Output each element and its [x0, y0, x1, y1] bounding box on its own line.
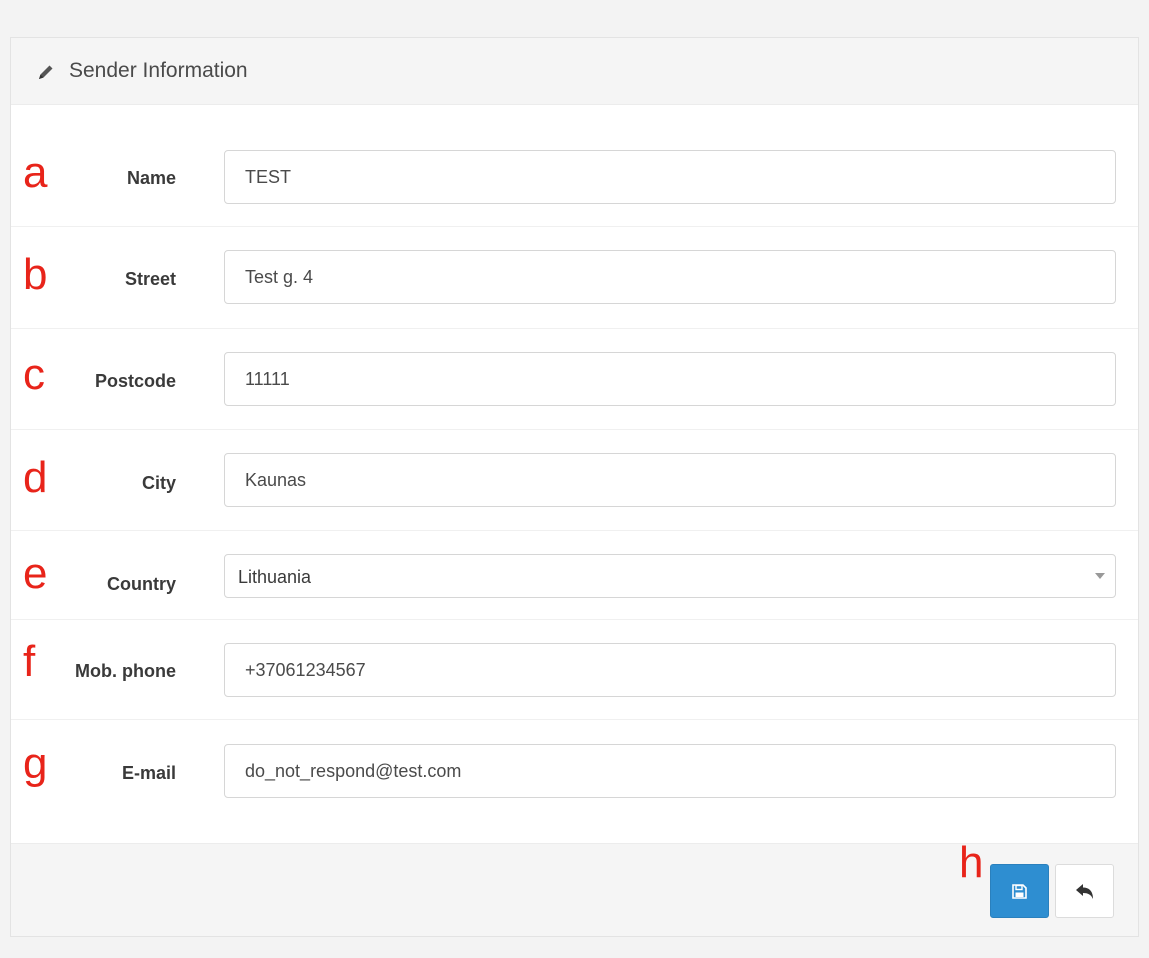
- street-label: Street: [124, 269, 176, 289]
- annotation-marker: b: [23, 250, 48, 299]
- mobile-phone-input[interactable]: [224, 643, 1116, 697]
- annotation-marker: a: [23, 148, 48, 197]
- city-label: City: [141, 473, 176, 493]
- annotation-marker: g: [23, 739, 48, 788]
- country-label: Country: [107, 574, 176, 594]
- postcode-row: c Postcode: [11, 329, 1138, 430]
- caret-down-icon: [1095, 573, 1105, 579]
- annotation-marker: d: [23, 453, 48, 502]
- country-select[interactable]: Lithuania: [224, 554, 1116, 598]
- panel-title: Sender Information: [69, 59, 248, 82]
- country-select-value: Lithuania: [238, 567, 312, 587]
- annotation-marker: e: [23, 549, 48, 598]
- save-button[interactable]: [990, 864, 1049, 918]
- postcode-label: Postcode: [94, 371, 176, 391]
- email-input[interactable]: [224, 744, 1116, 798]
- pencil-icon: [37, 63, 55, 81]
- annotation-marker: f: [23, 637, 36, 686]
- annotation-marker: h: [959, 838, 984, 887]
- city-input[interactable]: [224, 453, 1116, 507]
- name-input[interactable]: [224, 150, 1116, 204]
- reply-arrow-icon: [1076, 884, 1093, 899]
- annotation-marker: c: [23, 350, 45, 399]
- panel-footer: h: [11, 838, 1138, 936]
- postcode-input[interactable]: [224, 352, 1116, 406]
- phone-row: f Mob. phone: [11, 620, 1138, 720]
- phone-label: Mob. phone: [75, 661, 176, 681]
- city-row: d City: [11, 430, 1138, 531]
- panel-heading: Sender Information: [11, 38, 1138, 105]
- street-input[interactable]: [224, 250, 1116, 304]
- back-button[interactable]: [1055, 864, 1114, 918]
- street-row: b Street: [11, 227, 1138, 329]
- name-row: a Name: [11, 105, 1138, 227]
- email-row: g E-mail: [11, 720, 1138, 843]
- floppy-disk-icon: [1012, 884, 1027, 899]
- email-label: E-mail: [121, 763, 176, 783]
- sender-information-panel: Sender Information a Name b Street c Pos…: [10, 37, 1139, 937]
- name-label: Name: [126, 168, 176, 188]
- country-row: e Country Lithuania: [11, 531, 1138, 620]
